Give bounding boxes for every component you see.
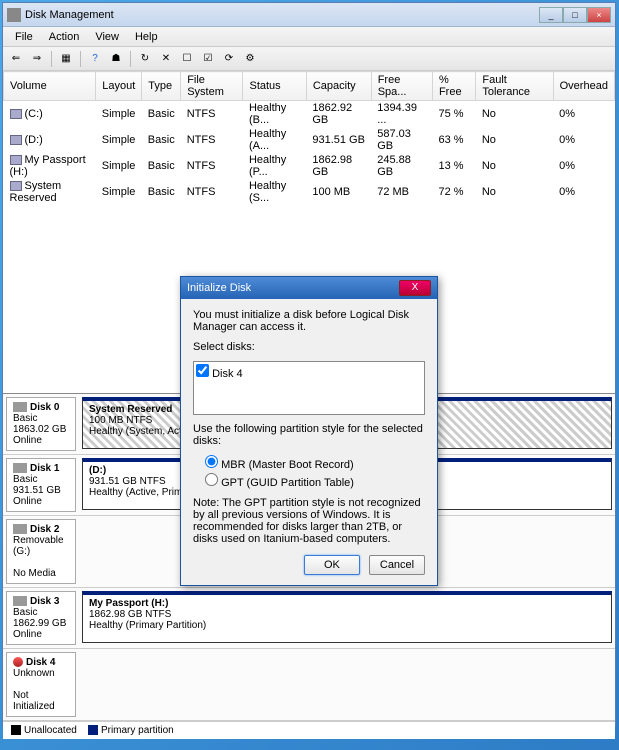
back-button[interactable]: ⇐ xyxy=(7,50,25,68)
gpt-radio[interactable] xyxy=(205,473,218,486)
mbr-option[interactable]: MBR (Master Boot Record) xyxy=(205,459,354,471)
partition-area[interactable]: My Passport (H:)1862.98 GB NTFSHealthy (… xyxy=(79,588,615,648)
menu-help[interactable]: Help xyxy=(127,29,166,45)
window-title: Disk Management xyxy=(25,9,114,21)
column-header[interactable]: Capacity xyxy=(306,72,371,101)
help-button[interactable]: ? xyxy=(86,50,104,68)
rescan-button[interactable]: ⟳ xyxy=(220,50,238,68)
legend-unallocated-swatch xyxy=(11,725,21,735)
close-button[interactable]: × xyxy=(587,7,611,23)
partition-area[interactable] xyxy=(79,649,615,720)
dialog-title: Initialize Disk xyxy=(187,282,251,294)
select-disks-label: Select disks: xyxy=(193,341,425,353)
volume-row[interactable]: System ReservedSimpleBasicNTFSHealthy (S… xyxy=(4,179,615,205)
maximize-button[interactable]: □ xyxy=(563,7,587,23)
menubar: File Action View Help xyxy=(3,27,615,47)
dialog-titlebar[interactable]: Initialize Disk X xyxy=(181,277,437,299)
menu-view[interactable]: View xyxy=(87,29,127,45)
disk-icon xyxy=(13,657,23,667)
legend: Unallocated Primary partition xyxy=(3,721,615,739)
gpt-option[interactable]: GPT (GUID Partition Table) xyxy=(205,477,354,489)
volume-icon xyxy=(10,181,22,191)
minimize-button[interactable]: _ xyxy=(539,7,563,23)
properties-button[interactable]: ☐ xyxy=(178,50,196,68)
menu-file[interactable]: File xyxy=(7,29,41,45)
column-header[interactable]: Type xyxy=(142,72,181,101)
volume-row[interactable]: (C:)SimpleBasicNTFSHealthy (B...1862.92 … xyxy=(4,101,615,128)
column-header[interactable]: Free Spa... xyxy=(371,72,432,101)
menu-action[interactable]: Action xyxy=(41,29,88,45)
disk-row[interactable]: Disk 4UnknownNot Initialized xyxy=(3,649,615,721)
cancel-icon[interactable]: ✕ xyxy=(157,50,175,68)
cancel-button[interactable]: Cancel xyxy=(369,555,425,575)
column-header[interactable]: Overhead xyxy=(553,72,614,101)
show-hide-tree-button[interactable]: ▦ xyxy=(57,50,75,68)
disk-row[interactable]: Disk 3Basic1862.99 GBOnlineMy Passport (… xyxy=(3,588,615,649)
toolbar: ⇐ ⇒ ▦ ? ☗ ↻ ✕ ☐ ☑ ⟳ ⚙ xyxy=(3,47,615,71)
disk-icon xyxy=(13,596,27,606)
action-list-button[interactable]: ☑ xyxy=(199,50,217,68)
dialog-close-button[interactable]: X xyxy=(399,280,431,296)
disk-info: Disk 4UnknownNot Initialized xyxy=(6,652,76,717)
settings-button[interactable]: ☗ xyxy=(107,50,125,68)
mbr-radio[interactable] xyxy=(205,455,218,468)
refresh-button[interactable]: ↻ xyxy=(136,50,154,68)
disk-icon xyxy=(13,402,27,412)
titlebar[interactable]: Disk Management _ □ × xyxy=(3,3,615,27)
volume-icon xyxy=(10,155,22,165)
partition[interactable]: My Passport (H:)1862.98 GB NTFSHealthy (… xyxy=(82,591,612,643)
disk-checkbox-row[interactable]: Disk 4 xyxy=(196,364,422,380)
disk-info: Disk 2Removable (G:)No Media xyxy=(6,519,76,584)
dialog-intro: You must initialize a disk before Logica… xyxy=(193,309,425,333)
volume-row[interactable]: My Passport (H:)SimpleBasicNTFSHealthy (… xyxy=(4,153,615,179)
disk4-checkbox[interactable] xyxy=(196,364,209,377)
disk-selection-list[interactable]: Disk 4 xyxy=(193,361,425,415)
disk-info: Disk 1Basic931.51 GBOnline xyxy=(6,458,76,512)
ok-button[interactable]: OK xyxy=(304,555,360,575)
disk-info: Disk 0Basic1863.02 GBOnline xyxy=(6,397,76,451)
volume-row[interactable]: (D:)SimpleBasicNTFSHealthy (A...931.51 G… xyxy=(4,127,615,153)
disk-icon xyxy=(13,463,27,473)
column-header[interactable]: File System xyxy=(181,72,243,101)
legend-primary-swatch xyxy=(88,725,98,735)
extra-button[interactable]: ⚙ xyxy=(241,50,259,68)
initialize-disk-dialog: Initialize Disk X You must initialize a … xyxy=(180,276,438,586)
forward-button[interactable]: ⇒ xyxy=(28,50,46,68)
partition-style-label: Use the following partition style for th… xyxy=(193,423,425,447)
app-icon xyxy=(7,8,21,22)
column-header[interactable]: Volume xyxy=(4,72,96,101)
column-header[interactable]: % Free xyxy=(432,72,475,101)
disk-info: Disk 3Basic1862.99 GBOnline xyxy=(6,591,76,645)
disk-icon xyxy=(13,524,27,534)
volume-icon xyxy=(10,135,22,145)
column-header[interactable]: Layout xyxy=(96,72,142,101)
column-header[interactable]: Fault Tolerance xyxy=(476,72,553,101)
volume-icon xyxy=(10,109,22,119)
gpt-note: Note: The GPT partition style is not rec… xyxy=(193,497,425,545)
column-header[interactable]: Status xyxy=(243,72,306,101)
